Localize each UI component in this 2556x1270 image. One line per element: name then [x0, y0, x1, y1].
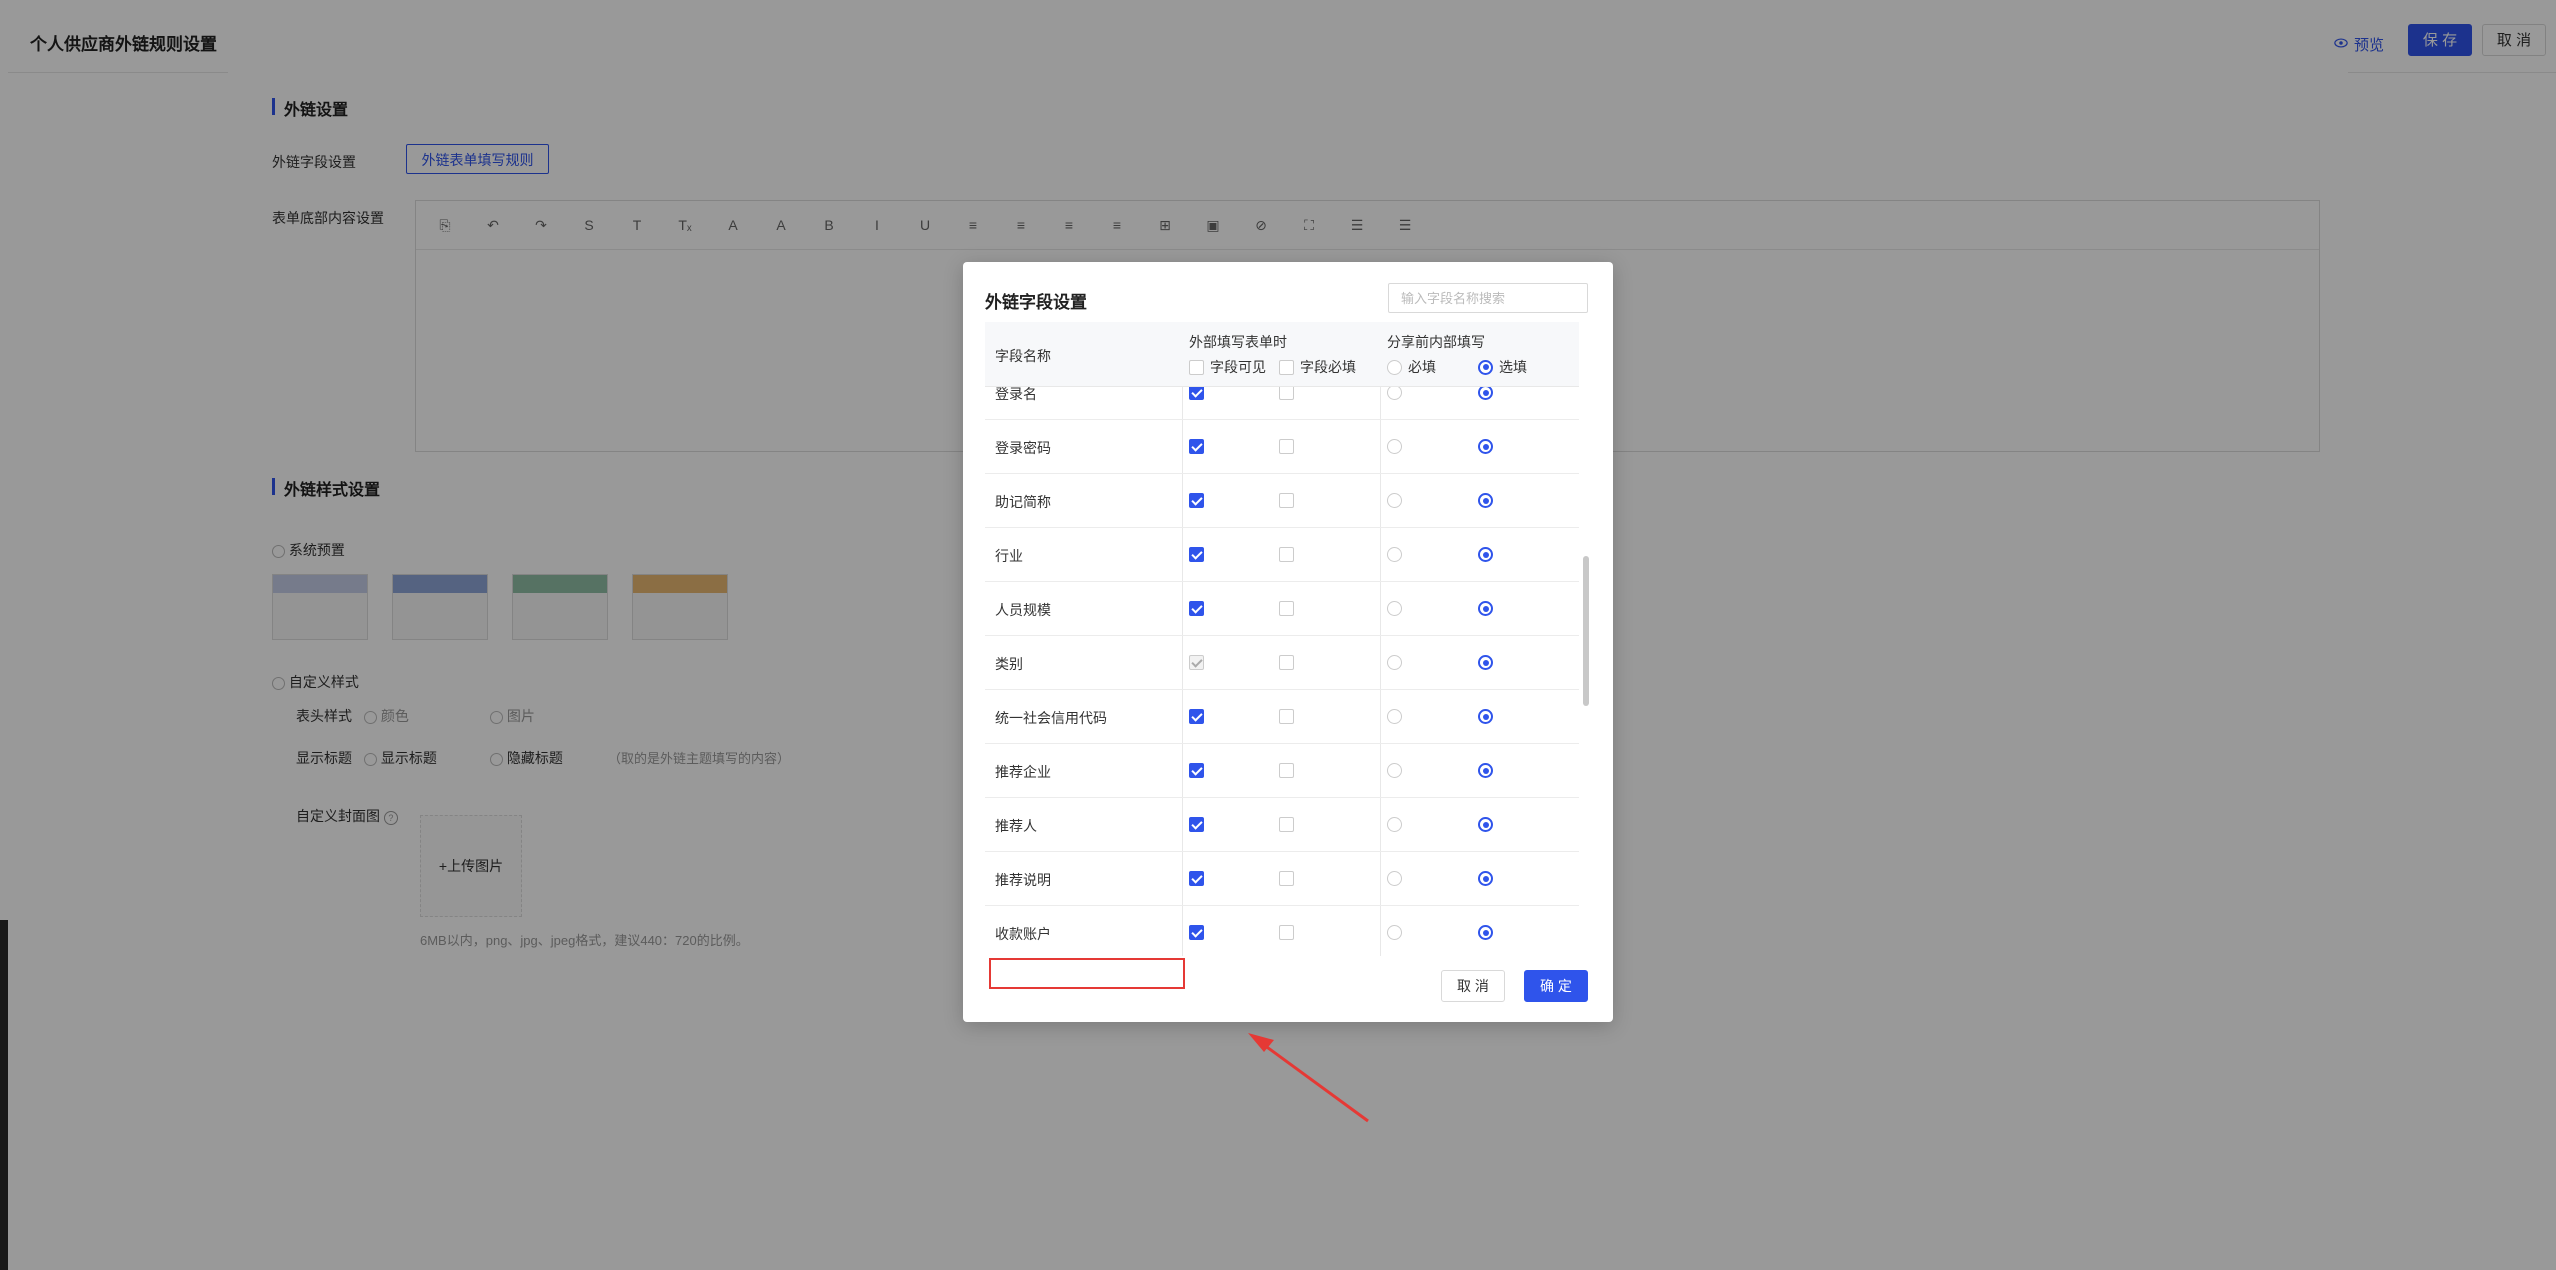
field-name: 推荐人 — [995, 818, 1037, 834]
field-name: 推荐说明 — [995, 872, 1051, 888]
column-visible-label: 字段可见 — [1210, 359, 1266, 375]
must-fill-radio[interactable] — [1387, 547, 1402, 562]
table-row: 统一社会信用代码 — [985, 690, 1579, 744]
required-checkbox[interactable] — [1279, 817, 1294, 832]
table-row: 收款账户 — [985, 906, 1579, 956]
required-checkbox[interactable] — [1279, 763, 1294, 778]
table-row: 推荐企业 — [985, 744, 1579, 798]
field-settings-modal: 外链字段设置 字段名称 外部填写表单时 字段可见 字段必填 分享前内部填写 必填… — [963, 262, 1613, 1022]
visible-checkbox[interactable] — [1189, 386, 1204, 400]
must-fill-radio[interactable] — [1387, 763, 1402, 778]
optional-radio[interactable] — [1478, 601, 1493, 616]
required-checkbox[interactable] — [1279, 601, 1294, 616]
must-fill-radio[interactable] — [1387, 925, 1402, 940]
must-fill-radio[interactable] — [1387, 871, 1402, 886]
must-fill-radio[interactable] — [1387, 386, 1402, 400]
field-name: 人员规模 — [995, 602, 1051, 618]
required-all-checkbox[interactable] — [1279, 359, 1294, 375]
field-name: 登录密码 — [995, 440, 1051, 456]
optional-radio[interactable] — [1478, 439, 1493, 454]
optional-radio[interactable] — [1478, 386, 1493, 400]
required-checkbox[interactable] — [1279, 439, 1294, 454]
optional-radio[interactable] — [1478, 817, 1493, 832]
optional-radio[interactable] — [1478, 709, 1493, 724]
table-row: 推荐人 — [985, 798, 1579, 852]
must-fill-radio[interactable] — [1387, 493, 1402, 508]
modal-cancel-button[interactable]: 取 消 — [1441, 970, 1505, 1002]
table-rows: 登录名登录密码助记简称行业人员规模类别统一社会信用代码 推荐企业推荐人推荐说明收款… — [985, 386, 1579, 956]
visible-checkbox[interactable] — [1189, 763, 1204, 778]
optional-radio[interactable] — [1478, 493, 1493, 508]
table-row: 人员规模 — [985, 582, 1579, 636]
field-name: 推荐企业 — [995, 764, 1051, 780]
visible-checkbox[interactable] — [1189, 871, 1204, 886]
required-checkbox[interactable] — [1279, 925, 1294, 940]
optional-radio[interactable] — [1478, 655, 1493, 670]
column-must-fill-header: 必填 — [1387, 357, 1436, 377]
required-checkbox[interactable] — [1279, 871, 1294, 886]
must-fill-all-radio[interactable] — [1387, 359, 1402, 375]
annotation-highlight-box — [989, 958, 1185, 989]
table-row: 类别 — [985, 636, 1579, 690]
field-name: 收款账户 — [995, 926, 1051, 942]
required-checkbox[interactable] — [1279, 709, 1294, 724]
visible-checkbox[interactable] — [1189, 439, 1204, 454]
visible-checkbox[interactable] — [1189, 655, 1204, 670]
visible-all-checkbox[interactable] — [1189, 359, 1204, 375]
modal-title: 外链字段设置 — [985, 293, 1087, 312]
field-table: 字段名称 外部填写表单时 字段可见 字段必填 分享前内部填写 必填 选填 登录名… — [985, 322, 1591, 956]
optional-radio[interactable] — [1478, 763, 1493, 778]
field-name: 行业 — [995, 548, 1023, 564]
must-fill-radio[interactable] — [1387, 601, 1402, 616]
modal-confirm-button[interactable]: 确 定 — [1524, 970, 1588, 1002]
must-fill-radio[interactable] — [1387, 709, 1402, 724]
required-checkbox[interactable] — [1279, 386, 1294, 400]
optional-radio[interactable] — [1478, 871, 1493, 886]
table-row: 推荐说明 — [985, 852, 1579, 906]
field-search-input[interactable] — [1388, 283, 1588, 313]
required-checkbox[interactable] — [1279, 547, 1294, 562]
table-header: 字段名称 外部填写表单时 字段可见 字段必填 分享前内部填写 必填 选填 — [985, 322, 1579, 387]
field-name: 统一社会信用代码 — [995, 710, 1107, 726]
optional-radio[interactable] — [1478, 925, 1493, 940]
column-group-internal: 分享前内部填写 — [1387, 334, 1485, 350]
optional-all-radio[interactable] — [1478, 359, 1493, 375]
table-row: 助记简称 — [985, 474, 1579, 528]
must-fill-radio[interactable] — [1387, 439, 1402, 454]
field-name: 类别 — [995, 656, 1023, 672]
visible-checkbox[interactable] — [1189, 601, 1204, 616]
visible-checkbox[interactable] — [1189, 817, 1204, 832]
must-fill-radio[interactable] — [1387, 655, 1402, 670]
optional-radio[interactable] — [1478, 547, 1493, 562]
column-header-name: 字段名称 — [995, 348, 1051, 364]
column-group-external: 外部填写表单时 — [1189, 334, 1287, 350]
table-scrollbar-thumb[interactable] — [1583, 556, 1589, 706]
visible-checkbox[interactable] — [1189, 925, 1204, 940]
column-required-label: 字段必填 — [1300, 359, 1356, 375]
column-required-header: 字段必填 — [1279, 357, 1356, 377]
visible-checkbox[interactable] — [1189, 547, 1204, 562]
column-optional-header: 选填 — [1478, 357, 1527, 377]
table-body: 登录名登录密码助记简称行业人员规模类别统一社会信用代码 推荐企业推荐人推荐说明收款… — [985, 386, 1579, 956]
field-name: 登录名 — [995, 386, 1037, 402]
required-checkbox[interactable] — [1279, 655, 1294, 670]
table-scrollbar[interactable] — [1583, 326, 1589, 896]
column-optional-label: 选填 — [1499, 359, 1527, 375]
field-name: 助记简称 — [995, 494, 1051, 510]
visible-checkbox[interactable] — [1189, 709, 1204, 724]
table-row: 登录密码 — [985, 420, 1579, 474]
column-must-fill-label: 必填 — [1408, 359, 1436, 375]
table-row: 行业 — [985, 528, 1579, 582]
required-checkbox[interactable] — [1279, 493, 1294, 508]
table-row: 登录名 — [985, 386, 1579, 420]
column-visible-header: 字段可见 — [1189, 357, 1266, 377]
must-fill-radio[interactable] — [1387, 817, 1402, 832]
visible-checkbox[interactable] — [1189, 493, 1204, 508]
